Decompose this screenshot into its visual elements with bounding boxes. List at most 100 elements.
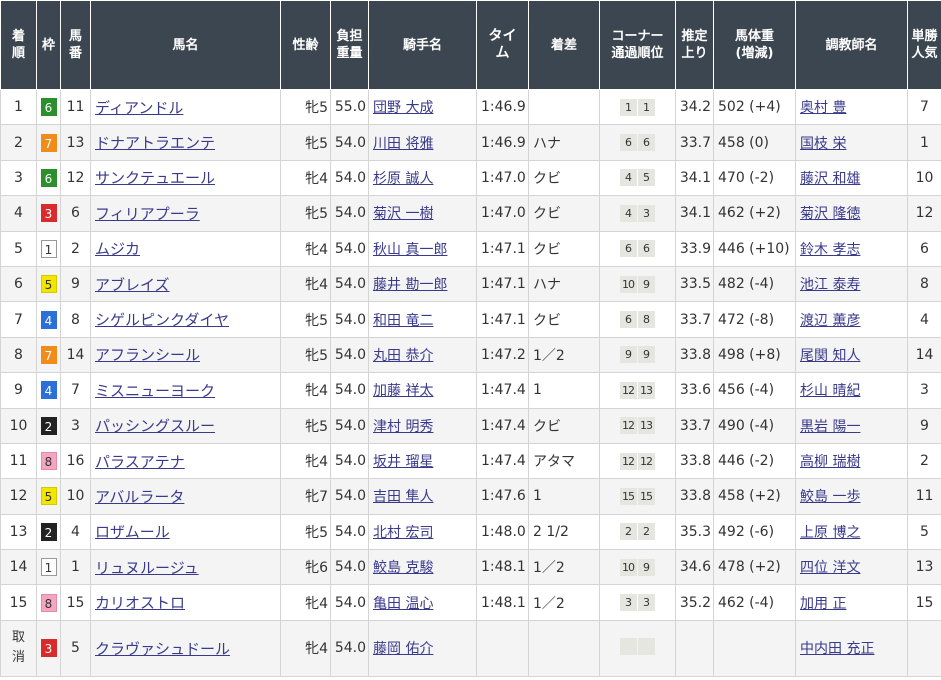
trainer-name-link[interactable]: 藤沢 和雄 [800, 171, 860, 187]
rank-cell: 10 [0, 407, 37, 444]
jockey-name-link[interactable]: 和田 竜二 [373, 313, 433, 329]
trainer-name-link[interactable]: 尾関 知人 [800, 348, 860, 364]
jockey-name-link[interactable]: 丸田 恭介 [373, 348, 433, 364]
trainer-name-link[interactable]: 四位 洋文 [800, 560, 860, 576]
rank-value: 13 [9, 523, 28, 540]
jockey-name-link[interactable]: 菊沢 一樹 [373, 206, 433, 222]
trainer-name-link[interactable]: 上原 博之 [800, 525, 860, 541]
sexage-value: 牝5 [305, 206, 328, 223]
weight-value: 55.0 [334, 99, 366, 116]
jockey-name-link[interactable]: 亀田 温心 [373, 596, 433, 612]
weight-value: 54.0 [334, 453, 366, 470]
jockey-name-link[interactable]: 団野 大成 [373, 100, 433, 116]
last3f-cell: 33.8 [675, 478, 714, 515]
time-cell: 1:47.0 [476, 195, 529, 232]
jockey-name-link[interactable]: 川田 将雅 [373, 136, 433, 152]
time-cell: 1:47.4 [476, 442, 529, 480]
margin-value: ハナ [533, 277, 561, 294]
trainer-name-link[interactable]: 杉山 晴紀 [800, 383, 860, 399]
last3f-cell: 34.6 [675, 549, 714, 586]
horse-name-link[interactable]: ディアンドル [95, 99, 183, 117]
umaban-value: 11 [66, 99, 85, 116]
jockey-name-link[interactable]: 杉原 誠人 [373, 171, 433, 187]
pop-cell: 7 [907, 88, 941, 126]
bodyweight-cell: 446 (+10) [713, 230, 796, 267]
header-jockey: 騎手名 [368, 0, 477, 90]
table-row: 8 7 14 アフランシール 牝5 54.0 丸田 恭介 1:47.2 1／2 9 9 33.8 498… [0, 336, 941, 374]
horse-name-link[interactable]: サンクテュエール [95, 169, 215, 187]
jockey-name-link[interactable]: 藤井 勘一郎 [373, 277, 447, 293]
header-waku-label: 枠 [41, 37, 55, 53]
bodyweight-cell: 462 (-4) [713, 584, 796, 621]
corner-pos-2: 9 [637, 346, 655, 364]
margin-value: クビ [533, 312, 561, 329]
table-row: 10 2 3 パッシングスルー 牝5 54.0 津村 明秀 1:47.4 クビ 12 13 33.7 4… [0, 407, 941, 444]
jockey-name-link[interactable]: 北村 宏司 [373, 525, 433, 541]
trainer-name-link[interactable]: 奥村 豊 [800, 100, 846, 116]
corner-pos-1: 6 [619, 311, 637, 329]
umaban-cell: 6 [60, 195, 91, 232]
jockey-name-link[interactable]: 藤岡 佑介 [373, 641, 433, 657]
horse-cell: パラスアテナ [90, 442, 281, 480]
jockey-name-link[interactable]: 加藤 祥太 [373, 383, 433, 399]
trainer-name-link[interactable]: 黒岩 陽一 [800, 419, 860, 435]
pop-value: 1 [920, 134, 929, 151]
margin-value: クビ [533, 206, 561, 223]
pop-cell: 6 [907, 230, 941, 267]
horse-name-link[interactable]: ドナアトラエンテ [95, 134, 215, 152]
trainer-name-link[interactable]: 鈴木 孝志 [800, 242, 860, 258]
last3f-cell: 33.8 [675, 442, 714, 480]
jockey-name-link[interactable]: 坂井 瑠星 [373, 454, 433, 470]
rank-cell: 1 [0, 88, 37, 126]
horse-name-link[interactable]: ミスニューヨーク [95, 382, 215, 400]
time-cell: 1:46.9 [476, 124, 529, 161]
weight-value: 54.0 [334, 134, 366, 151]
sexage-cell: 牝4 [280, 619, 331, 677]
horse-name-link[interactable]: ムジカ [95, 240, 140, 258]
header-bodyweight-label: 馬体重(増減) [734, 29, 774, 61]
horse-name-link[interactable]: パラスアテナ [95, 453, 185, 471]
rank-cell: 11 [0, 442, 37, 480]
corner-cell: 45 [599, 159, 676, 197]
horse-name-link[interactable]: ロザムール [95, 523, 170, 541]
trainer-name-link[interactable]: 国枝 栄 [800, 136, 846, 152]
jockey-name-link[interactable]: 津村 明秀 [373, 419, 433, 435]
trainer-name-link[interactable]: 菊沢 隆徳 [800, 206, 860, 222]
pop-value: 5 [920, 523, 929, 540]
jockey-name-link[interactable]: 秋山 真一郎 [373, 242, 447, 258]
umaban-value: 7 [71, 382, 80, 399]
trainer-name-link[interactable]: 高柳 瑞樹 [800, 454, 860, 470]
horse-name-link[interactable]: アフランシール [95, 346, 200, 364]
horse-name-link[interactable]: アブレイズ [95, 276, 170, 294]
horse-name-link[interactable]: フィリアプーラ [95, 205, 200, 223]
umaban-value: 4 [71, 523, 80, 540]
corner-pos-1: 6 [619, 240, 637, 258]
last3f-cell: 35.3 [675, 513, 714, 551]
corner-pos-2 [637, 637, 655, 655]
horse-name-link[interactable]: クラヴァシュドール [95, 640, 230, 658]
horse-cell: アフランシール [90, 336, 281, 374]
trainer-name-link[interactable]: 加用 正 [800, 596, 846, 612]
time-cell: 1:48.1 [476, 549, 529, 586]
horse-name-link[interactable]: パッシングスルー [95, 417, 215, 435]
rank-value: 6 [14, 276, 23, 293]
time-cell: 1:47.1 [476, 301, 529, 338]
last3f-cell: 35.2 [675, 584, 714, 621]
horse-name-link[interactable]: カリオストロ [95, 594, 185, 612]
rank-cell: 15 [0, 584, 37, 621]
weight-cell: 54.0 [330, 584, 369, 621]
trainer-name-link[interactable]: 中内田 充正 [800, 641, 874, 657]
jockey-name-link[interactable]: 鮫島 克駿 [373, 560, 433, 576]
jockey-name-link[interactable]: 吉田 隼人 [373, 489, 433, 505]
trainer-name-link[interactable]: 渡辺 薫彦 [800, 313, 860, 329]
trainer-name-link[interactable]: 池江 泰寿 [800, 277, 860, 293]
horse-name-link[interactable]: リュヌルージュ [95, 559, 199, 577]
sexage-value: 牝5 [305, 100, 328, 117]
table-row: 6 5 9 アブレイズ 牝4 54.0 藤井 勘一郎 1:47.1 ハナ 10 9 33.5 482 (… [0, 265, 941, 303]
rank-cell: 4 [0, 195, 37, 232]
bodyweight-cell: 492 (-6) [713, 513, 796, 551]
horse-name-link[interactable]: アバルラータ [95, 488, 184, 506]
horse-name-link[interactable]: シゲルピンクダイヤ [95, 311, 229, 329]
trainer-name-link[interactable]: 鮫島 一歩 [800, 489, 860, 505]
pop-cell: 3 [907, 372, 941, 409]
